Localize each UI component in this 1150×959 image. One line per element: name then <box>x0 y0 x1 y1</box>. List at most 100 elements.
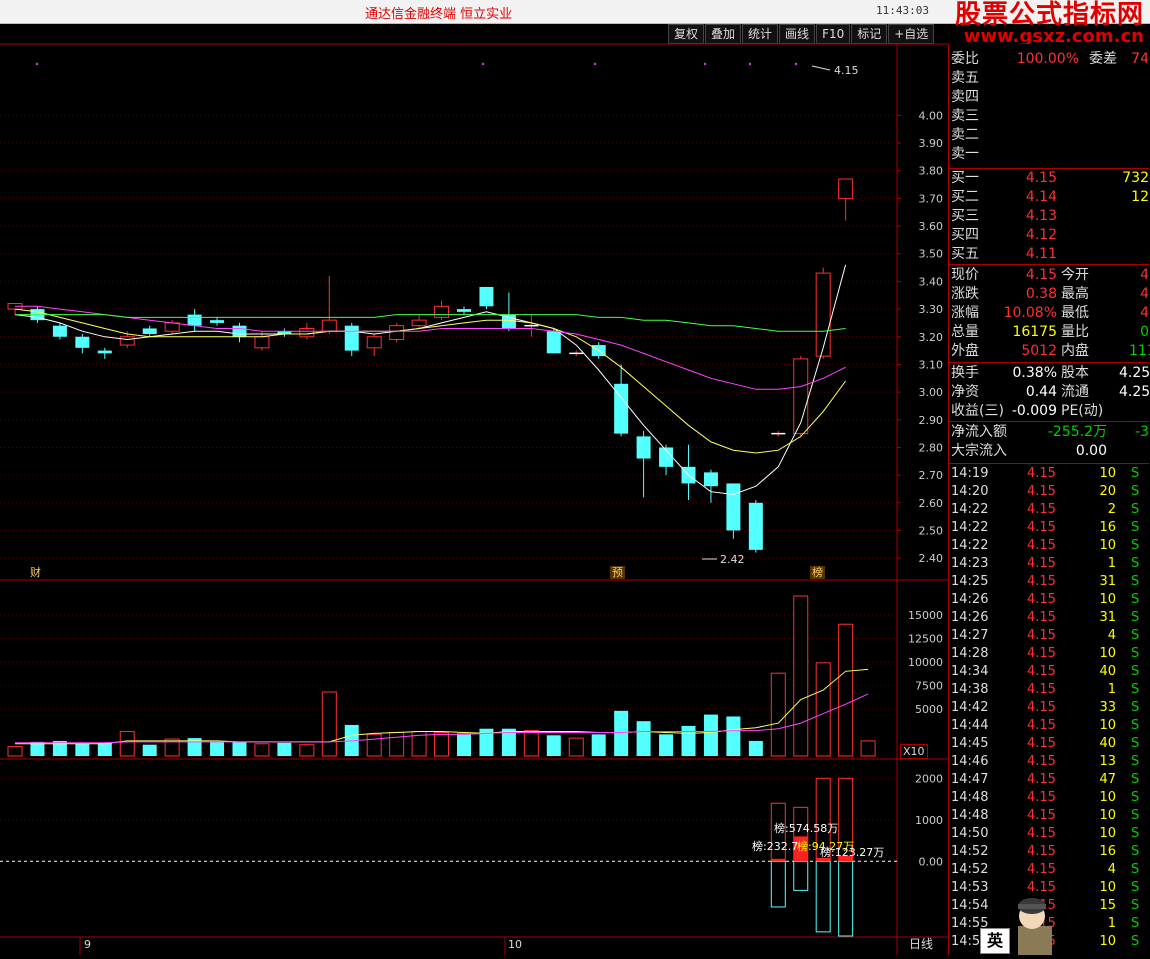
order-ratio-row: 委比 100.00% 委差 74 <box>949 50 1149 69</box>
tick-volume: 15 <box>1099 898 1116 913</box>
volume-bar <box>366 733 382 757</box>
tick-side: S <box>1131 556 1140 571</box>
event-tag-yu[interactable]: 预 <box>610 566 625 579</box>
tick-side: S <box>1131 628 1140 643</box>
stat-value: 16175 <box>1012 324 1057 340</box>
tick-side: S <box>1131 610 1140 625</box>
ma-lines <box>14 264 847 496</box>
volume-unit: X10 <box>900 744 928 759</box>
tick-price: 4.15 <box>1027 574 1056 589</box>
stat-label: 流通 <box>1061 384 1089 400</box>
tick-volume: 13 <box>1099 754 1116 769</box>
buy-price: 4.12 <box>1025 227 1057 243</box>
chart-grid <box>0 43 948 955</box>
tick-price: 4.15 <box>1027 646 1056 661</box>
candle-body <box>411 319 427 327</box>
event-tag-bang[interactable]: 榜 <box>810 566 825 579</box>
candle-body <box>636 436 651 459</box>
volume-bar <box>142 744 157 756</box>
candle-body <box>748 502 763 550</box>
tick-row: 14:45 4.15 40 S <box>949 735 1149 753</box>
candle-body <box>52 325 67 337</box>
volume-bar <box>7 746 23 757</box>
tick-price: 4.15 <box>1027 628 1056 643</box>
tick-time: 14:5 <box>951 934 981 949</box>
tick-side: S <box>1131 502 1140 517</box>
avatar[interactable]: 英 <box>980 896 1060 955</box>
tick-row: 14:26 4.15 10 S <box>949 591 1149 609</box>
volume-bar <box>457 733 471 756</box>
tick-time: 14:47 <box>951 772 989 787</box>
buy-price: 4.11 <box>1025 246 1057 262</box>
tick-time: 14:19 <box>951 466 989 481</box>
tick-side: S <box>1131 646 1140 661</box>
volume-bar <box>636 721 651 756</box>
tick-price: 4.15 <box>1027 610 1056 625</box>
buy-row: 买三 4.13 <box>949 207 1149 226</box>
tick-volume: 10 <box>1099 790 1116 805</box>
candle-body <box>726 483 741 531</box>
tick-row: 14:25 4.15 31 S <box>949 573 1149 591</box>
volume-bar <box>75 743 90 756</box>
indicator-axis-label: 0.00 <box>919 855 944 868</box>
marker-dot <box>593 62 597 66</box>
tick-time: 14:22 <box>951 520 989 535</box>
kline-chart[interactable]: 4.00 3.90 3.80 3.70 3.60 3.50 3.40 3.30 3.20 3.10… <box>0 0 948 955</box>
tick-row: 14:42 4.15 33 S <box>949 699 1149 717</box>
event-tag-cai[interactable]: 财 <box>28 566 43 579</box>
stat-label: 最低 <box>1061 305 1089 321</box>
tick-row: 14:46 4.15 13 S <box>949 753 1149 771</box>
tick-volume: 4 <box>1107 862 1116 877</box>
stat-value: 0.38% <box>1012 365 1057 381</box>
stat-value: 4 <box>1140 305 1149 321</box>
tick-volume: 33 <box>1099 700 1116 715</box>
tick-volume: 10 <box>1099 718 1116 733</box>
volume-bar <box>815 662 831 757</box>
price-axis-label: 2.60 <box>919 497 944 510</box>
tick-time: 14:52 <box>951 844 989 859</box>
volume-bar <box>770 672 786 757</box>
period-label[interactable]: 日线 <box>907 938 935 951</box>
buy-volume: 12 <box>1131 189 1149 205</box>
tick-row: 14:50 4.15 10 S <box>949 825 1149 843</box>
stat-label: 现价 <box>951 267 979 283</box>
buy-label: 买五 <box>951 246 979 262</box>
candle-body <box>75 336 90 348</box>
tick-price: 4.15 <box>1027 754 1056 769</box>
stat-label: 收益(三) <box>951 403 1004 419</box>
ime-badge[interactable]: 英 <box>980 928 1010 954</box>
tick-side: S <box>1131 484 1140 499</box>
tick-time: 14:26 <box>951 592 989 607</box>
flow-value: 0.00 <box>1075 443 1107 459</box>
tick-side: S <box>1131 808 1140 823</box>
stat-row: 涨跌 0.38 最高 4 <box>949 285 1149 304</box>
stat-label: 量比 <box>1061 324 1089 340</box>
volume-axis-label: 10000 <box>908 656 943 669</box>
tick-side: S <box>1131 700 1140 715</box>
volume-bar <box>703 714 718 756</box>
tick-time: 14:22 <box>951 502 989 517</box>
volume-bar <box>321 691 337 757</box>
stat-row: 涨幅 10.08% 最低 4 <box>949 304 1149 323</box>
date-label-10: 10 <box>508 938 522 951</box>
buy-price: 4.14 <box>1025 189 1057 205</box>
price-axis-label: 3.10 <box>919 358 944 371</box>
tick-row: 14:52 4.15 16 S <box>949 843 1149 861</box>
tick-volume: 1 <box>1107 682 1116 697</box>
volume-bar <box>681 725 696 756</box>
tick-row: 14:48 4.15 10 S <box>949 789 1149 807</box>
tick-side: S <box>1131 862 1140 877</box>
price-axis-label: 3.80 <box>919 165 944 178</box>
stat-value: 111 <box>1129 343 1150 359</box>
tick-time: 14:44 <box>951 718 989 733</box>
tick-price: 4.15 <box>1027 592 1056 607</box>
price-axis-label: 3.60 <box>919 220 944 233</box>
candle-body <box>703 472 718 487</box>
candle-body <box>97 350 112 354</box>
volume-axis-label: 5000 <box>915 703 943 716</box>
tick-price: 4.15 <box>1027 826 1056 841</box>
marker-dot <box>481 62 485 66</box>
tick-volume: 40 <box>1099 736 1116 751</box>
volume-axis-label: 15000 <box>908 609 943 622</box>
tick-side: S <box>1131 844 1140 859</box>
